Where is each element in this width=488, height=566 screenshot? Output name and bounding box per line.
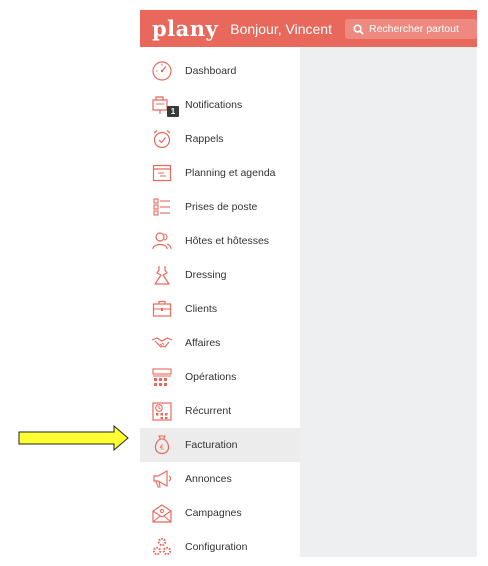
sidebar-item-label: Clients: [185, 303, 218, 315]
handshake-icon: [150, 331, 174, 355]
sidebar-item-configuration[interactable]: Configuration: [140, 530, 300, 564]
sidebar-item-annonces[interactable]: Annonces: [140, 462, 300, 496]
notifications-icon: 1: [150, 93, 179, 117]
gauge-icon: [150, 59, 174, 83]
sidebar-item-label: Annonces: [185, 473, 232, 485]
sidebar-item-label: Notifications: [185, 99, 243, 111]
search-button[interactable]: Rechercher partout: [345, 19, 477, 39]
gears-icon: [150, 535, 174, 559]
search-icon: [353, 23, 364, 35]
sidebar-nav: Dashboard 1 Notifications Rappels Planni…: [140, 47, 301, 557]
sidebar-item-label: Affaires: [185, 337, 221, 349]
svg-text:€: €: [160, 444, 164, 452]
sidebar-item-clients[interactable]: Clients: [140, 292, 300, 326]
alarm-clock-icon: [150, 127, 174, 151]
sidebar-item-affaires[interactable]: Affaires: [140, 326, 300, 360]
sidebar-item-label: Hôtes et hôtesses: [185, 235, 270, 247]
sidebar-item-label: Dressing: [185, 269, 227, 281]
search-label: Rechercher partout: [369, 23, 459, 35]
pointer-arrow: [18, 425, 129, 451]
main-content: [300, 47, 477, 557]
operations-icon: [150, 365, 174, 389]
sidebar-item-planning[interactable]: Planning et agenda: [140, 156, 300, 190]
sidebar-item-label: Prises de poste: [185, 201, 258, 213]
sidebar-item-campagnes[interactable]: Campagnes: [140, 496, 300, 530]
notification-badge: 1: [167, 106, 179, 117]
sidebar-item-label: Facturation: [185, 439, 238, 451]
sidebar-item-notifications[interactable]: 1 Notifications: [140, 88, 300, 122]
calendar-icon: [150, 161, 174, 185]
megaphone-icon: [150, 467, 174, 491]
checklist-icon: [150, 195, 174, 219]
people-icon: [150, 229, 174, 253]
sidebar-item-label: Opérations: [185, 371, 237, 383]
sidebar-item-dressing[interactable]: Dressing: [140, 258, 300, 292]
sidebar-item-hotes[interactable]: Hôtes et hôtesses: [140, 224, 300, 258]
app-logo[interactable]: plany: [152, 16, 218, 41]
sidebar-item-label: Rappels: [185, 133, 224, 145]
briefcase-icon: [150, 297, 174, 321]
greeting-text: Bonjour, Vincent: [230, 20, 332, 37]
sidebar-item-recurrent[interactable]: Récurrent: [140, 394, 300, 428]
recurring-calendar-icon: [150, 399, 174, 423]
sidebar-item-rappels[interactable]: Rappels: [140, 122, 300, 156]
sidebar-item-label: Dashboard: [185, 65, 237, 77]
envelope-icon: [150, 501, 174, 525]
sidebar-item-label: Récurrent: [185, 405, 232, 417]
sidebar-item-facturation[interactable]: € Facturation: [140, 428, 300, 462]
money-bag-icon: €: [150, 433, 174, 457]
sidebar-item-prises-de-poste[interactable]: Prises de poste: [140, 190, 300, 224]
sidebar-item-label: Planning et agenda: [185, 167, 276, 179]
sidebar-item-dashboard[interactable]: Dashboard: [140, 54, 300, 88]
sidebar-item-operations[interactable]: Opérations: [140, 360, 300, 394]
sidebar-item-label: Campagnes: [185, 507, 242, 519]
sidebar-item-label: Configuration: [185, 541, 248, 553]
dress-icon: [150, 263, 174, 287]
